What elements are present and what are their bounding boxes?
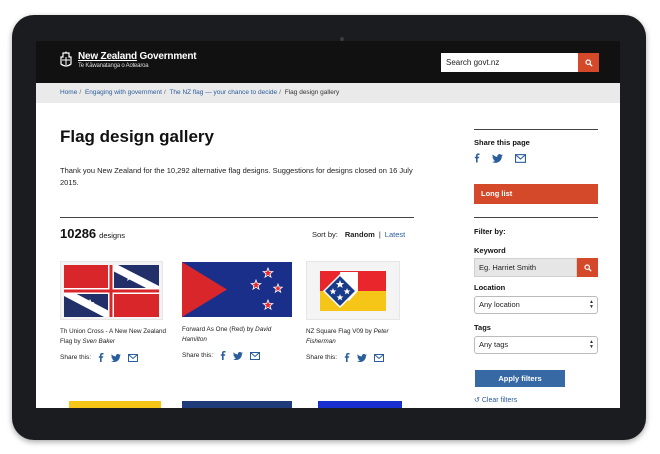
flag-card: NZ Square Flag V09 by Peter Fisherman Sh…	[306, 261, 418, 362]
search-button[interactable]	[578, 53, 599, 72]
flag-thumbnail[interactable]	[306, 261, 400, 320]
long-list-button[interactable]: Long list	[474, 184, 598, 204]
flag-thumbnail-partial[interactable]	[69, 401, 161, 408]
tags-select[interactable]: Any tags ▲ ▼	[474, 336, 598, 354]
flag-thumbnail-partial[interactable]	[182, 401, 292, 408]
result-count: 10286 designs	[60, 226, 126, 241]
browser-viewport: New Zealand Government Te Kāwanatanga o …	[36, 41, 620, 408]
select-arrows-icon: ▲ ▼	[589, 339, 594, 350]
forward-as-one-flag-image	[182, 262, 292, 317]
page-title: Flag design gallery	[60, 127, 214, 146]
flag-card: Th Union Cross - A New New Zealand Flag …	[60, 261, 172, 362]
email-icon[interactable]	[374, 353, 385, 362]
keyword-search-button[interactable]	[577, 258, 598, 277]
govt-subtitle: Te Kāwanatanga o Aotearoa	[78, 63, 149, 69]
search-icon	[584, 58, 593, 67]
coat-of-arms-icon	[60, 51, 72, 67]
email-icon[interactable]	[250, 351, 261, 360]
facebook-icon[interactable]	[220, 351, 226, 360]
keyword-label: Keyword	[474, 246, 506, 255]
twitter-icon[interactable]	[233, 351, 244, 360]
select-arrows-icon: ▲ ▼	[589, 299, 594, 310]
flag-thumbnail[interactable]	[182, 261, 292, 318]
facebook-icon[interactable]	[344, 353, 350, 362]
card-title[interactable]: Th Union Cross - A New New Zealand Flag …	[60, 327, 172, 349]
sort-random[interactable]: Random	[345, 230, 375, 239]
sidebar-divider	[474, 217, 598, 218]
flag-card: Forward As One (Red) by David Hamilton S…	[182, 261, 294, 360]
apply-filters-button[interactable]: Apply filters	[475, 370, 565, 387]
keyword-input[interactable]: Eg. Harriet Smith	[474, 258, 577, 277]
nz-square-flag-image	[320, 270, 386, 311]
facebook-icon[interactable]	[98, 353, 104, 362]
card-share: Share this:	[306, 353, 418, 362]
govt-name: New Zealand Government	[78, 51, 197, 62]
filter-title: Filter by:	[474, 227, 506, 236]
card-title[interactable]: NZ Square Flag V09 by Peter Fisherman	[306, 327, 418, 349]
twitter-icon[interactable]	[357, 353, 368, 362]
breadcrumb: Home / Engaging with government / The NZ f…	[36, 83, 620, 103]
twitter-icon[interactable]	[111, 353, 122, 362]
share-page-title: Share this page	[474, 138, 530, 147]
tags-label: Tags	[474, 323, 491, 332]
sort-latest[interactable]: Latest	[385, 230, 405, 239]
breadcrumb-home[interactable]: Home	[60, 89, 77, 96]
location-select[interactable]: Any location ▲ ▼	[474, 296, 598, 314]
page-share	[474, 153, 538, 163]
flag-thumbnail-partial[interactable]	[318, 401, 402, 408]
govt-logo[interactable]: New Zealand Government Te Kāwanatanga o …	[78, 51, 197, 70]
search-input[interactable]: Search govt.nz	[441, 53, 578, 72]
breadcrumb-engaging[interactable]: Engaging with government	[85, 89, 162, 96]
breadcrumb-current: Flag design gallery	[284, 89, 340, 96]
intro-text: Thank you New Zealand for the 10,292 alt…	[60, 166, 413, 187]
divider	[60, 217, 414, 218]
union-cross-flag-image	[64, 264, 159, 317]
card-title[interactable]: Forward As One (Red) by David Hamilton	[182, 325, 294, 347]
site-header: New Zealand Government Te Kāwanatanga o …	[36, 41, 620, 83]
sort-label: Sort by:	[312, 230, 338, 239]
twitter-icon[interactable]	[492, 153, 503, 163]
sidebar-divider	[474, 129, 598, 130]
clear-filters-link[interactable]: ↺ Clear filters	[474, 396, 517, 404]
card-share: Share this:	[182, 351, 294, 360]
sort-controls: Sort by: Random | Latest	[312, 230, 406, 239]
breadcrumb-nz-flag[interactable]: The NZ flag — your chance to decide	[169, 89, 277, 96]
reset-icon: ↺	[474, 397, 480, 404]
facebook-icon[interactable]	[474, 153, 480, 163]
search-icon	[583, 263, 592, 272]
card-share: Share this:	[60, 353, 172, 362]
email-icon[interactable]	[128, 353, 139, 362]
flag-thumbnail[interactable]	[60, 261, 163, 320]
location-label: Location	[474, 283, 506, 292]
email-icon[interactable]	[515, 153, 526, 163]
